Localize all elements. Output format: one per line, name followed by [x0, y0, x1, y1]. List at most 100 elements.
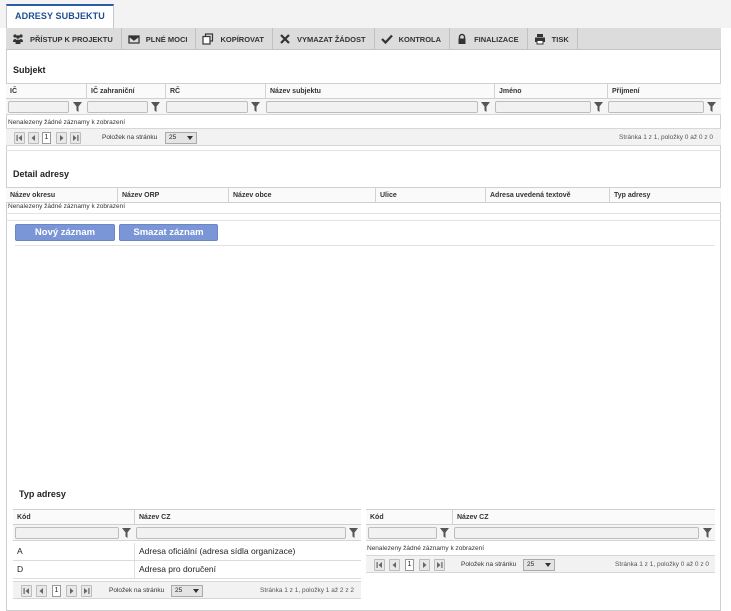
last-page-button[interactable]: [81, 585, 92, 597]
column-nazev-cz[interactable]: Název CZ: [452, 510, 715, 525]
tab-bar: ADRESY SUBJEKTU: [0, 0, 731, 28]
last-page-button[interactable]: [70, 132, 81, 144]
column-kod[interactable]: Kód: [366, 510, 452, 525]
filter-icon[interactable]: [481, 102, 490, 112]
chevron-down-icon: [187, 136, 193, 140]
first-page-button[interactable]: [14, 132, 25, 144]
row-kod: A: [17, 546, 23, 556]
filter-nazev-cz-input[interactable]: [454, 527, 699, 539]
column-nazev-obce[interactable]: Název obce: [228, 188, 375, 203]
typ-adresy-grid-header: Kód Název CZ: [13, 509, 361, 525]
vymazat-zadost-button[interactable]: VYMAZAT ŽÁDOST: [273, 28, 375, 50]
filter-icon[interactable]: [122, 528, 131, 538]
kopirovat-button[interactable]: KOPÍROVAT: [196, 28, 273, 50]
tab-adresy-subjektu[interactable]: ADRESY SUBJEKTU: [6, 4, 114, 28]
filter-ic-input[interactable]: [8, 101, 69, 113]
subjekt-no-records: Nenalezeny žádné záznamy k zobrazení: [8, 119, 126, 126]
tisk-button[interactable]: TISK: [528, 28, 578, 50]
column-nazev-okresu[interactable]: Název okresu: [6, 188, 117, 203]
first-page-button[interactable]: [21, 585, 32, 597]
pristup-k-projektu-button[interactable]: PŘÍSTUP K PROJEKTU: [6, 28, 122, 50]
last-page-button[interactable]: [434, 559, 445, 571]
novy-zaznam-button[interactable]: Nový záznam: [15, 224, 115, 241]
divider: [6, 220, 721, 221]
filter-kod-input[interactable]: [15, 527, 119, 539]
column-ulice[interactable]: Ulice: [375, 188, 485, 203]
divider: [6, 213, 721, 214]
current-page: 1: [405, 559, 414, 571]
finalizace-label: FINALIZACE: [474, 34, 519, 44]
column-adresa-textove[interactable]: Adresa uvedená textově: [485, 188, 609, 203]
chevron-down-icon: [193, 589, 199, 593]
column-nazev-cz[interactable]: Název CZ: [134, 510, 361, 525]
typ-adresy-right-grid-header: Kód Název CZ: [366, 509, 715, 525]
column-nazev-subjektu[interactable]: Název subjektu: [265, 84, 494, 99]
per-page-select[interactable]: 25: [523, 559, 555, 571]
subjekt-title: Subjekt: [13, 65, 46, 75]
column-ic[interactable]: IČ: [6, 84, 86, 99]
column-ic-zahranicni[interactable]: IČ zahraniční: [86, 84, 165, 99]
next-page-button[interactable]: [56, 132, 67, 144]
pager-info: Stránka 1 z 1, položky 0 až 0 z 0: [615, 561, 709, 568]
prev-page-button[interactable]: [28, 132, 39, 144]
column-jmeno[interactable]: Jméno: [494, 84, 607, 99]
row-nazev: Adresa oficiální (adresa sídla organizac…: [134, 543, 361, 560]
row-kod: D: [17, 564, 24, 574]
filter-nazev-cz-input[interactable]: [136, 527, 346, 539]
envelope-icon: [128, 35, 140, 44]
plne-moci-button[interactable]: PLNÉ MOCI: [122, 28, 197, 50]
table-row[interactable]: D Adresa pro doručení: [13, 561, 361, 579]
filter-icon[interactable]: [73, 102, 82, 112]
column-kod[interactable]: Kód: [13, 510, 134, 525]
filter-kod-input[interactable]: [368, 527, 437, 539]
chevron-down-icon: [545, 563, 551, 567]
per-page-label: Položek na stránku: [461, 561, 517, 568]
detail-no-records: Nenalezeny žádné záznamy k zobrazení: [8, 203, 126, 210]
first-page-button[interactable]: [374, 559, 385, 571]
column-prijmeni[interactable]: Příjmení: [607, 84, 721, 99]
filter-prijmeni-input[interactable]: [608, 101, 704, 113]
per-page-select[interactable]: 25: [171, 585, 203, 597]
filter-icon[interactable]: [349, 528, 358, 538]
next-page-button[interactable]: [66, 585, 77, 597]
typ-adresy-right-filter-row: [366, 525, 715, 541]
prev-page-button[interactable]: [389, 559, 400, 571]
filter-icon[interactable]: [703, 528, 712, 538]
filter-nazev-subjektu-input[interactable]: [266, 101, 478, 113]
filter-icon[interactable]: [251, 102, 260, 112]
divider: [6, 150, 721, 151]
per-page-select[interactable]: 25: [165, 132, 197, 144]
pager-info: Stránka 1 z 1, položky 0 až 0 z 0: [619, 134, 713, 141]
filter-jmeno-input[interactable]: [495, 101, 591, 113]
divider: [15, 245, 715, 246]
check-icon: [380, 34, 393, 45]
next-page-button[interactable]: [419, 559, 430, 571]
filter-rc-input[interactable]: [166, 101, 248, 113]
per-page-label: Položek na stránku: [109, 587, 165, 594]
per-page-value: 25: [175, 587, 183, 594]
typ-adresy-title: Typ adresy: [19, 489, 66, 499]
filter-ic-zahranicni-input[interactable]: [87, 101, 148, 113]
column-rc[interactable]: RČ: [165, 84, 265, 99]
column-typ-adresy[interactable]: Typ adresy: [609, 188, 721, 203]
table-row[interactable]: A Adresa oficiální (adresa sídla organiz…: [13, 543, 361, 561]
kontrola-button[interactable]: KONTROLA: [375, 28, 451, 50]
filter-icon[interactable]: [707, 102, 716, 112]
plne-moci-label: PLNÉ MOCI: [145, 34, 188, 44]
prev-page-button[interactable]: [36, 585, 47, 597]
filter-icon[interactable]: [440, 528, 449, 538]
typ-adresy-filter-row: [13, 525, 361, 541]
finalizace-button[interactable]: FINALIZACE: [450, 28, 528, 50]
kopirovat-label: KOPÍROVAT: [220, 34, 264, 44]
detail-grid-header: Název okresu Název ORP Název obce Ulice …: [6, 187, 721, 203]
subjekt-pager: 1 Položek na stránku 25 Stránka 1 z 1, p…: [6, 128, 721, 146]
printer-icon: [534, 34, 545, 45]
smazat-zaznam-button[interactable]: Smazat záznam: [119, 224, 218, 241]
row-nazev: Adresa pro doručení: [134, 561, 361, 578]
typ-adresy-right-no-records: Nenalezeny žádné záznamy k zobrazení: [367, 545, 485, 552]
filter-icon[interactable]: [594, 102, 603, 112]
lock-icon: [458, 33, 466, 44]
filter-icon[interactable]: [151, 102, 160, 112]
column-nazev-orp[interactable]: Název ORP: [117, 188, 228, 203]
pager-info: Stránka 1 z 1, položky 1 až 2 z 2: [260, 587, 354, 594]
